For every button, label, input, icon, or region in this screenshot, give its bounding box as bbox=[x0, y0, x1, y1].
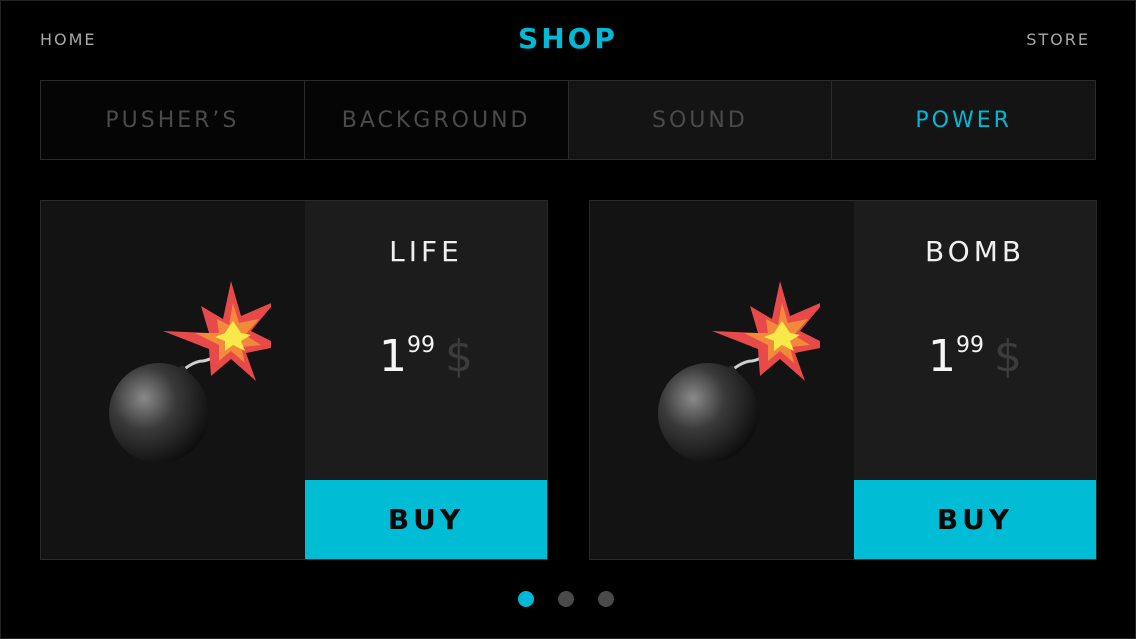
page-title: SHOP bbox=[518, 22, 618, 55]
category-tabs: PUSHER’S BACKGROUND SOUND POWER bbox=[40, 80, 1096, 160]
tab-power[interactable]: POWER bbox=[832, 81, 1095, 159]
product-image bbox=[41, 201, 305, 559]
page-dot-2[interactable] bbox=[558, 591, 574, 607]
price-integer: 1 bbox=[928, 331, 956, 382]
tab-background[interactable]: BACKGROUND bbox=[304, 81, 569, 159]
price-integer: 1 bbox=[379, 331, 407, 382]
bomb-icon bbox=[109, 281, 271, 463]
tab-sound[interactable]: SOUND bbox=[568, 81, 833, 159]
product-name: BOMB bbox=[924, 235, 1026, 268]
pagination-dots bbox=[518, 591, 614, 607]
page-dot-3[interactable] bbox=[598, 591, 614, 607]
product-price: 199 $ bbox=[854, 331, 1096, 382]
product-image bbox=[590, 201, 854, 559]
store-link[interactable]: STORE bbox=[1026, 30, 1090, 49]
price-cents: 99 bbox=[407, 333, 435, 358]
bomb-icon bbox=[658, 281, 820, 463]
page-dot-1[interactable] bbox=[518, 591, 534, 607]
price-currency: $ bbox=[994, 331, 1022, 382]
product-card-life: LIFE 199 $ BUY bbox=[40, 200, 548, 560]
price-cents: 99 bbox=[956, 333, 984, 358]
price-currency: $ bbox=[445, 331, 473, 382]
buy-button[interactable]: BUY bbox=[854, 480, 1096, 559]
tab-pushers[interactable]: PUSHER’S bbox=[41, 81, 305, 159]
product-info: LIFE 199 $ BUY bbox=[305, 201, 547, 559]
product-card-bomb: BOMB 199 $ BUY bbox=[589, 200, 1097, 560]
buy-button[interactable]: BUY bbox=[305, 480, 547, 559]
product-info: BOMB 199 $ BUY bbox=[854, 201, 1096, 559]
product-price: 199 $ bbox=[305, 331, 547, 382]
product-name: LIFE bbox=[389, 235, 463, 268]
